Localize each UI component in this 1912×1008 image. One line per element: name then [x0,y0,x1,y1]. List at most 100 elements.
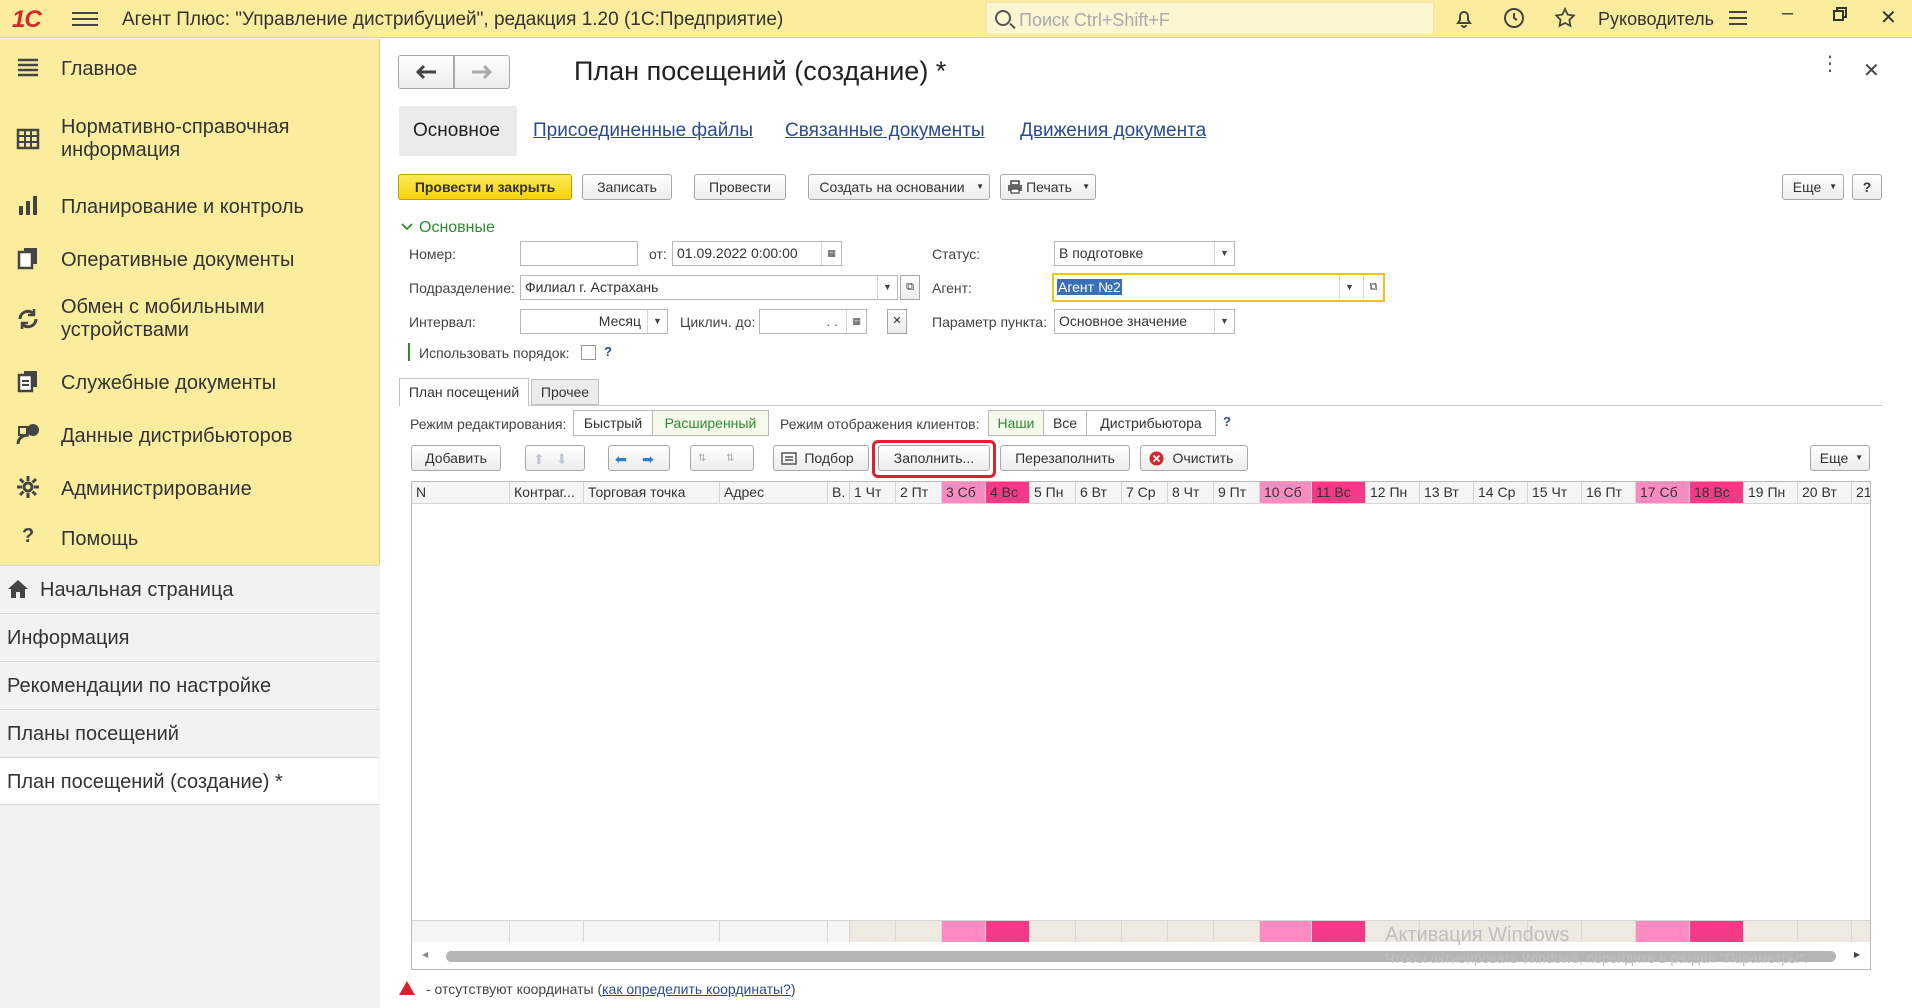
close-form-icon[interactable]: ✕ [1863,58,1880,83]
day-column-header[interactable]: 18 Вс [1690,482,1744,504]
day-column-header[interactable]: 9 Пт [1214,482,1260,504]
day-column-header[interactable]: 17 Сб [1636,482,1690,504]
status-select[interactable]: В подготовке ▼ [1054,241,1235,266]
calendar-icon[interactable]: ▦ [846,310,866,333]
post-and-close-button[interactable]: Провести и закрыть [398,174,572,200]
client-mode-all[interactable]: Все [1043,410,1087,436]
sidebar-item-help[interactable]: ? Помощь [0,514,380,564]
user-name[interactable]: Руководитель [1598,9,1714,30]
division-select[interactable]: Филиал г. Астрахань ▼ [520,275,898,300]
save-button[interactable]: Записать [582,174,672,200]
day-column-header[interactable]: 6 Вт [1076,482,1122,504]
pick-button[interactable]: Подбор [773,445,869,471]
create-based-on-button[interactable]: Создать на основании ▼ [808,174,990,200]
move-right-icon[interactable]: ➡ [642,447,654,471]
sidebar-item-mobile-exchange[interactable]: Обмен с мобильными устройствами [0,284,380,354]
sort-desc-icon[interactable]: ⇅ [726,447,734,471]
dropdown-arrow-icon[interactable]: ▼ [1339,276,1359,299]
interval-select[interactable]: Месяц ▼ [520,309,668,334]
column-header-address[interactable]: Адрес [720,482,828,504]
clear-button[interactable]: Очистить [1140,445,1248,471]
day-column-header[interactable]: 1 Чт [850,482,896,504]
day-column-header[interactable]: 4 Вс [986,482,1030,504]
inner-tab-other[interactable]: Прочее [531,379,599,405]
day-column-header[interactable]: 15 Чт [1528,482,1582,504]
opened-item-info[interactable]: Информация [0,613,379,661]
dropdown-arrow-icon[interactable]: ▼ [647,310,667,333]
visit-plan-table[interactable]: N Контраг... Торговая точка Адрес В. 1 Ч… [411,481,1871,970]
opened-item-home[interactable]: Начальная страница [0,565,379,613]
close-window-icon[interactable]: ✕ [1880,5,1897,30]
more-button[interactable]: Еще ▼ [1782,174,1844,200]
refill-button[interactable]: Перезаполнить [1000,445,1130,471]
day-column-header[interactable]: 19 Пн [1744,482,1798,504]
forward-button[interactable] [454,55,510,89]
inner-tab-visit-plan[interactable]: План посещений [399,378,529,406]
day-column-header[interactable]: 16 Пт [1582,482,1636,504]
calendar-icon[interactable]: ▦ [821,242,841,265]
day-column-header[interactable]: 3 Сб [942,482,986,504]
client-mode-help[interactable]: ? [1223,414,1231,429]
tab-attached-files[interactable]: Присоединенные файлы [533,120,753,142]
sidebar-item-distributors[interactable]: Данные дистрибьюторов [0,408,380,463]
back-button[interactable] [398,55,454,89]
move-down-icon[interactable]: ⬇ [556,447,568,471]
agent-select[interactable]: Агент №2 ▼ ⧉ [1052,273,1385,302]
section-title[interactable]: Основные [419,219,495,237]
history-icon[interactable] [1502,6,1526,35]
dropdown-arrow-icon[interactable]: ▼ [1214,310,1234,333]
opened-item-recommendations[interactable]: Рекомендации по настройке [0,661,379,709]
sidebar-item-administration[interactable]: Администрирование [0,461,380,516]
fill-button[interactable]: Заполнить... [878,445,990,471]
move-left-icon[interactable]: ⬅ [615,447,627,471]
day-column-header[interactable]: 7 Ср [1122,482,1168,504]
tab-main[interactable]: Основное [399,106,517,156]
day-column-header[interactable]: 20 Вт [1798,482,1852,504]
date-field[interactable]: 01.09.2022 0:00:00 ▦ [672,241,842,266]
day-column-header[interactable]: 12 Пн [1366,482,1420,504]
settings-menu-icon[interactable] [1726,6,1750,35]
minimize-icon[interactable]: – [1782,2,1793,25]
dropdown-arrow-icon[interactable]: ▼ [877,276,897,299]
day-column-header[interactable]: 13 Вт [1420,482,1474,504]
table-more-button[interactable]: Еще ▼ [1810,445,1870,471]
sort-asc-icon[interactable]: ⇅ [698,447,706,471]
search-input[interactable]: Поиск Ctrl+Shift+F [986,2,1434,35]
menu-icon[interactable] [72,8,98,30]
day-column-header[interactable]: 8 Чт [1168,482,1214,504]
column-header-n[interactable]: N [412,482,510,504]
section-toggle-icon[interactable] [401,219,413,236]
open-division-icon[interactable]: ⧉ [900,275,920,300]
day-column-header[interactable]: 10 Сб [1260,482,1312,504]
post-button[interactable]: Провести [694,174,786,200]
open-agent-icon[interactable]: ⧉ [1363,276,1383,299]
star-icon[interactable] [1553,6,1577,35]
day-column-header[interactable]: 14 Ср [1474,482,1528,504]
scroll-left-icon[interactable]: ◀ [422,950,428,959]
number-field[interactable] [520,241,638,266]
sidebar-item-operational[interactable]: Оперативные документы [0,232,380,287]
opened-item-visit-plans[interactable]: Планы посещений [0,709,379,757]
bell-icon[interactable] [1452,6,1476,35]
day-column-header[interactable]: 2 Пт [896,482,942,504]
use-order-checkbox[interactable] [581,345,596,360]
add-button[interactable]: Добавить [411,445,501,471]
sidebar-item-planning[interactable]: Планирование и контроль [0,179,380,234]
point-param-select[interactable]: Основное значение ▼ [1054,309,1235,334]
sidebar-item-service-docs[interactable]: Служебные документы [0,355,380,410]
day-column-header[interactable]: 21 Ср [1852,482,1870,504]
day-column-header[interactable]: 5 Пн [1030,482,1076,504]
move-up-icon[interactable]: ⬆ [533,447,545,471]
use-order-help[interactable]: ? [604,344,612,359]
column-header-counterparty[interactable]: Контраг... [510,482,584,504]
cyclic-until-field[interactable]: . . ▦ [759,309,867,334]
edit-mode-extended[interactable]: Расширенный [652,410,769,436]
column-header-outlet[interactable]: Торговая точка [584,482,720,504]
opened-item-current-form[interactable]: План посещений (создание) * [0,757,379,805]
coordinates-help-link[interactable]: как определить координаты? [602,981,791,997]
restore-icon[interactable] [1832,5,1848,28]
sidebar-item-main[interactable]: Главное [0,39,380,99]
dropdown-arrow-icon[interactable]: ▼ [1214,242,1234,265]
clear-cyclic-icon[interactable]: ✕ [887,309,907,334]
column-header-v[interactable]: В. [828,482,850,504]
